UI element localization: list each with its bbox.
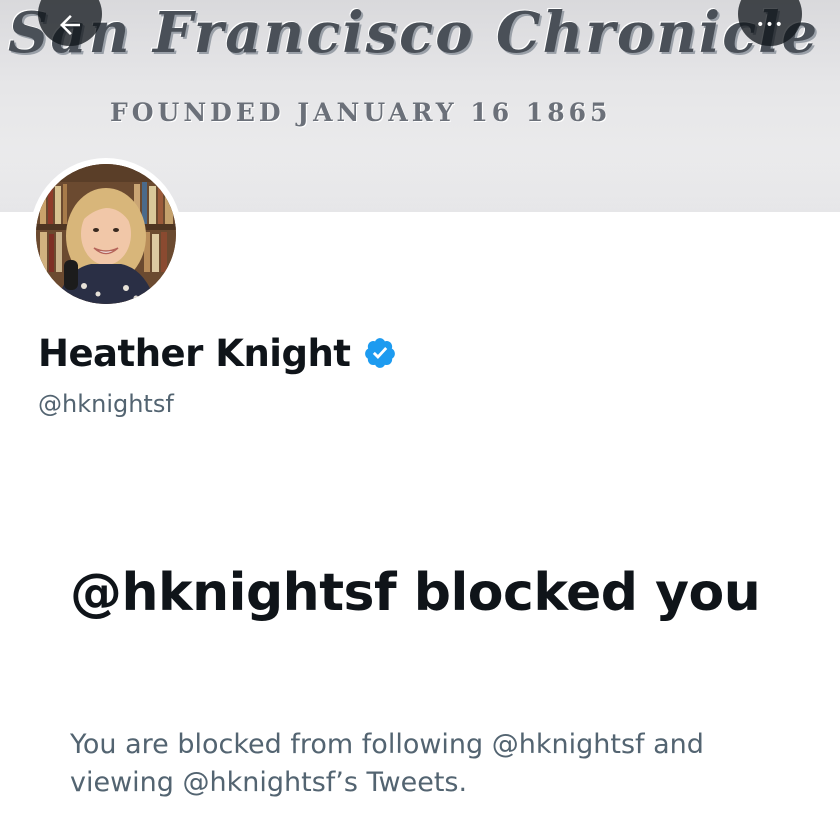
- blocked-heading: @hknightsf blocked you: [70, 563, 761, 623]
- avatar-ring[interactable]: [30, 158, 182, 310]
- banner-masthead: San Francisco Chronicle: [8, 0, 820, 66]
- verified-badge-icon: [364, 338, 395, 368]
- avatar[interactable]: [36, 164, 176, 304]
- display-name-row: Heather Knight: [38, 330, 397, 376]
- arrow-left-icon: [60, 15, 80, 35]
- avatar-photo: [36, 164, 176, 304]
- banner-tagline: FOUNDED JANUARY 16 1865: [110, 98, 612, 127]
- more-horizontal-icon: •••: [756, 17, 784, 33]
- blocked-description: You are blocked from following @hknights…: [70, 729, 704, 798]
- display-name: Heather Knight: [38, 331, 351, 375]
- profile-handle: @hknightsf: [38, 390, 174, 418]
